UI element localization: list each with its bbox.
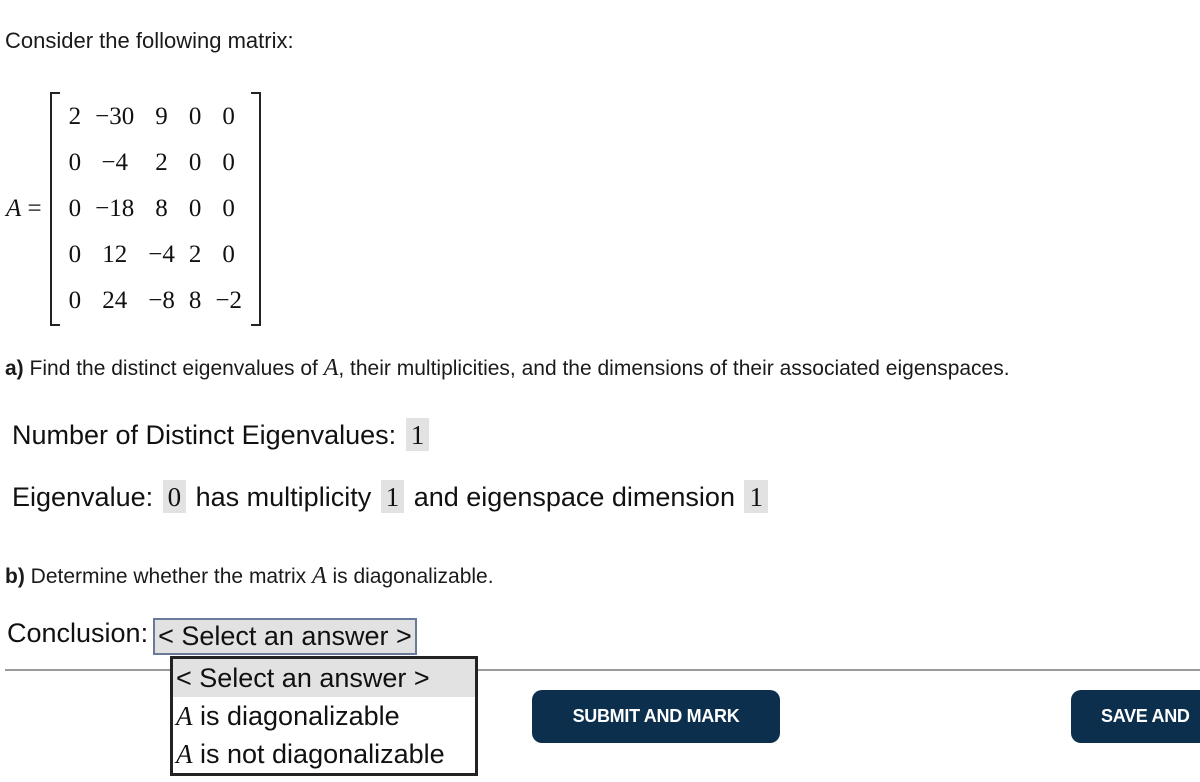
matrix-cell: 9	[155, 103, 168, 130]
dimension-label: and eigenspace dimension	[413, 482, 735, 512]
intro-text: Consider the following matrix:	[5, 28, 294, 53]
matrix-cell: −2	[215, 287, 242, 314]
part-b-question: b) Determine whether the matrix A is dia…	[5, 563, 494, 589]
matrix-cell: 0	[68, 195, 82, 222]
matrix: 2 −30 9 0 0 0 −4 2 0 0 0 −18 8 0 0 0 12 …	[49, 92, 261, 326]
matrix-equation: A = 2 −30 9 0 0 0 −4 2 0 0 0 −18 8 0 0 0…	[6, 92, 261, 326]
matrix-row: 2 −30 9 0 0	[62, 94, 249, 140]
conclusion-dropdown-list: < Select an answer > A is diagonalizable…	[170, 656, 478, 776]
matrix-cell: 8	[155, 195, 168, 222]
dimension-input[interactable]: 1	[744, 480, 768, 513]
matrix-cell: 0	[68, 241, 82, 268]
distinct-eigenvalues-input[interactable]: 1	[405, 418, 430, 451]
matrix-cell: 2	[68, 103, 82, 130]
matrix-row: 0 24 −8 8 −2	[62, 278, 249, 324]
multiplicity-label: has multiplicity	[195, 482, 372, 512]
matrix-cell: 0	[222, 149, 235, 176]
part-a-question: a) Find the distinct eigenvalues of A, t…	[5, 355, 1010, 381]
matrix-cell: −4	[148, 241, 175, 268]
submit-and-mark-button[interactable]: SUBMIT AND MARK	[532, 690, 780, 743]
conclusion-select[interactable]: < Select an answer >	[153, 618, 417, 655]
multiplicity-input[interactable]: 1	[380, 480, 405, 513]
matrix-cell: −18	[95, 195, 135, 222]
matrix-cell: −8	[148, 287, 175, 314]
matrix-cell: 0	[188, 195, 202, 222]
save-and-continue-button[interactable]: SAVE AND	[1071, 690, 1200, 743]
matrix-cell: 8	[188, 287, 202, 314]
matrix-cell: 0	[68, 287, 82, 314]
matrix-row: 0 12 −4 2 0	[62, 232, 249, 278]
matrix-cell: 2	[155, 149, 168, 176]
option-select-answer[interactable]: < Select an answer >	[173, 659, 475, 697]
option-not-diagonalizable[interactable]: A is not diagonalizable	[173, 735, 475, 773]
eigenvalue-label: Eigenvalue:	[12, 482, 154, 512]
distinct-eigenvalues-label: Number of Distinct Eigenvalues:	[12, 420, 397, 450]
matrix-label: A =	[6, 195, 42, 222]
matrix-cell: 0	[222, 103, 235, 130]
matrix-cell: 0	[188, 103, 202, 130]
option-diagonalizable[interactable]: A is diagonalizable	[173, 697, 475, 735]
matrix-table: 2 −30 9 0 0 0 −4 2 0 0 0 −18 8 0 0 0 12 …	[62, 94, 249, 324]
conclusion-row: Conclusion: < Select an answer >	[7, 618, 417, 655]
matrix-cell: −4	[101, 149, 128, 176]
distinct-eigenvalues-row: Number of Distinct Eigenvalues: 1	[12, 418, 431, 451]
matrix-cell: −30	[95, 103, 135, 130]
matrix-cell: 12	[102, 241, 128, 268]
part-b-label: b)	[5, 565, 25, 588]
matrix-cell: 2	[188, 241, 202, 268]
matrix-cell: 0	[68, 149, 82, 176]
matrix-cell: 24	[102, 287, 128, 314]
eigenvalue-row: Eigenvalue: 0 has multiplicity 1 and eig…	[12, 480, 770, 513]
matrix-cell: 0	[222, 241, 235, 268]
part-a-label: a)	[5, 357, 24, 380]
matrix-cell: 0	[188, 149, 202, 176]
conclusion-label: Conclusion:	[7, 618, 149, 648]
matrix-cell: 0	[222, 195, 235, 222]
matrix-row: 0 −18 8 0 0	[62, 186, 249, 232]
eigenvalue-input[interactable]: 0	[162, 480, 187, 513]
matrix-row: 0 −4 2 0 0	[62, 140, 249, 186]
